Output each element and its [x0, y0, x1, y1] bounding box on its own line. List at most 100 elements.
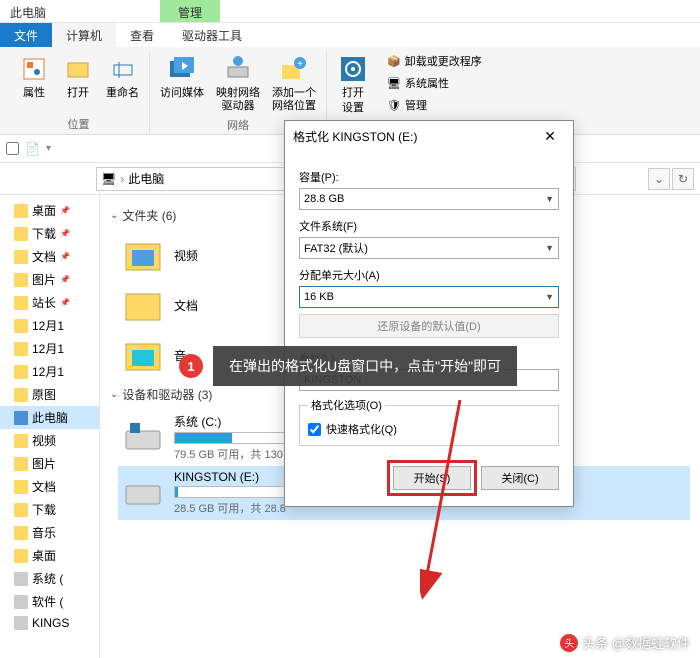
tree-item[interactable]: 下载 [0, 498, 99, 521]
dialog-titlebar[interactable]: 格式化 KINGSTON (E:) ✕ [285, 121, 573, 151]
tab-computer[interactable]: 计算机 [52, 23, 116, 47]
folder-icon [122, 334, 164, 376]
tree-item[interactable]: 下载📌 [0, 222, 99, 245]
tree-item[interactable]: 桌面📌 [0, 199, 99, 222]
pin-icon: 📌 [60, 298, 70, 307]
tree-item[interactable]: 12月1 [0, 360, 99, 383]
tree-item[interactable]: 视频 [0, 429, 99, 452]
tab-file[interactable]: 文件 [0, 23, 52, 47]
tree-item[interactable]: 音乐 [0, 521, 99, 544]
manage-context-label: 管理 [160, 0, 220, 22]
watermark-icon: 头 [560, 634, 578, 652]
ribbon-rename[interactable]: 重命名 [104, 51, 141, 102]
pin-icon: 📌 [60, 206, 70, 215]
tree-item[interactable]: 12月1 [0, 314, 99, 337]
drive-icon [122, 417, 164, 459]
tree-item[interactable]: 软件 ( [0, 590, 99, 613]
tree-item-label: 站长 [32, 294, 56, 311]
tree-item[interactable]: 12月1 [0, 337, 99, 360]
tab-view[interactable]: 查看 [116, 23, 168, 47]
tab-drivetools[interactable]: 驱动器工具 [168, 23, 256, 47]
tree-item-label: 下载 [32, 501, 56, 518]
ribbon-addloc-label: 添加一个 网络位置 [272, 87, 316, 113]
tree-item-label: 文档 [32, 478, 56, 495]
tree-item-label: 12月1 [32, 363, 64, 380]
folder-icon [14, 388, 28, 402]
folder-icon [14, 526, 28, 540]
annotation-tip: 在弹出的格式化U盘窗口中，点击"开始"即可 [213, 346, 517, 386]
qa-checkbox[interactable] [6, 142, 19, 155]
qa-pin-icon: 📄 [25, 142, 40, 156]
ribbon-addloc[interactable]: + 添加一个 网络位置 [270, 51, 318, 115]
ribbon-mapnet[interactable]: 映射网络 驱动器 [214, 51, 262, 115]
ribbon-open2[interactable]: 打开 设置 [335, 51, 371, 117]
folder-name: 视频 [174, 247, 198, 264]
allocunit-select[interactable]: 16 KB▼ [299, 286, 559, 308]
capacity-select[interactable]: 28.8 GB▼ [299, 188, 559, 210]
addloc-icon: + [278, 53, 310, 85]
restore-defaults-button[interactable]: 还原设备的默认值(D) [299, 314, 559, 338]
qa-dropdown-icon[interactable]: ▾ [46, 143, 51, 154]
filesystem-select[interactable]: FAT32 (默认)▼ [299, 237, 559, 259]
tree-item-label: 12月1 [32, 317, 64, 334]
quick-format-checkbox[interactable] [308, 423, 321, 436]
ribbon-sysprops[interactable]: 🖥系统属性 [385, 73, 484, 93]
tree-item[interactable]: 图片📌 [0, 268, 99, 291]
tree-item[interactable]: KINGS [0, 613, 99, 633]
properties-icon [18, 53, 50, 85]
allocunit-label: 分配单元大小(A) [299, 267, 559, 283]
ribbon-open2-label: 打开 [342, 87, 364, 100]
tree-item[interactable]: 桌面 [0, 544, 99, 567]
folder-icon [122, 234, 164, 276]
ribbon-manage[interactable]: 🛡管理 [385, 95, 484, 115]
chevron-down-icon: ▼ [545, 243, 554, 253]
breadcrumb-root[interactable]: 此电脑 [128, 170, 164, 187]
tree-item-label: 图片 [32, 455, 56, 472]
ribbon-properties[interactable]: 属性 [16, 51, 52, 102]
folder-icon [14, 319, 28, 333]
tree-item-label: 视频 [32, 432, 56, 449]
tree-item[interactable]: 原图 [0, 383, 99, 406]
folder-icon [14, 457, 28, 471]
tree-item-label: 下载 [32, 225, 56, 242]
ribbon-open[interactable]: 打开 [60, 51, 96, 102]
start-button[interactable]: 开始(S) [393, 466, 471, 490]
folder-icon [14, 365, 28, 379]
tree-item[interactable]: 此电脑 [0, 406, 99, 429]
nav-dd-button[interactable]: ⌄ [648, 168, 670, 190]
tree-item[interactable]: 图片 [0, 452, 99, 475]
capacity-label: 容量(P): [299, 169, 559, 185]
folder-icon [122, 284, 164, 326]
refresh-button[interactable]: ↻ [672, 168, 694, 190]
box-icon: 📦 [387, 55, 401, 68]
ribbon-mapnet-label: 映射网络 驱动器 [216, 87, 260, 113]
tree-item-label: 软件 ( [32, 593, 63, 610]
chevron-down-icon: ⌄ [110, 389, 118, 400]
ribbon-media[interactable]: 访问媒体 [158, 51, 206, 102]
tree-item[interactable]: 站长 📌 [0, 291, 99, 314]
open-icon [62, 53, 94, 85]
ribbon-tabs: 文件 计算机 查看 驱动器工具 [0, 23, 700, 47]
folder-name: 文档 [174, 297, 198, 314]
tree-item[interactable]: 系统 ( [0, 567, 99, 590]
tree-item-label: 音乐 [32, 524, 56, 541]
nav-tree: 桌面📌下载📌文档📌图片📌站长📌12月112月112月1原图此电脑视频图片文档下载… [0, 195, 100, 658]
close-button[interactable]: 关闭(C) [481, 466, 559, 490]
chevron-down-icon: ⌄ [110, 210, 118, 221]
settings-open-icon [337, 53, 369, 85]
tree-item[interactable]: 文档📌 [0, 245, 99, 268]
pc-icon [14, 411, 28, 425]
close-button[interactable]: ✕ [535, 128, 565, 145]
rename-icon [107, 53, 139, 85]
quick-format-check[interactable]: 快速格式化(Q) [308, 421, 550, 437]
tree-item-label: 12月1 [32, 340, 64, 357]
tree-item-label: 原图 [32, 386, 56, 403]
folder-icon [14, 342, 28, 356]
tree-item[interactable]: 文档 [0, 475, 99, 498]
ribbon-uninstall[interactable]: 📦卸载或更改程序 [385, 51, 484, 71]
folder-icon [14, 296, 28, 310]
folder-icon [14, 434, 28, 448]
pin-icon: 📌 [60, 275, 70, 284]
folder-icon [14, 273, 28, 287]
ribbon-group-location-label: 位置 [68, 114, 90, 134]
